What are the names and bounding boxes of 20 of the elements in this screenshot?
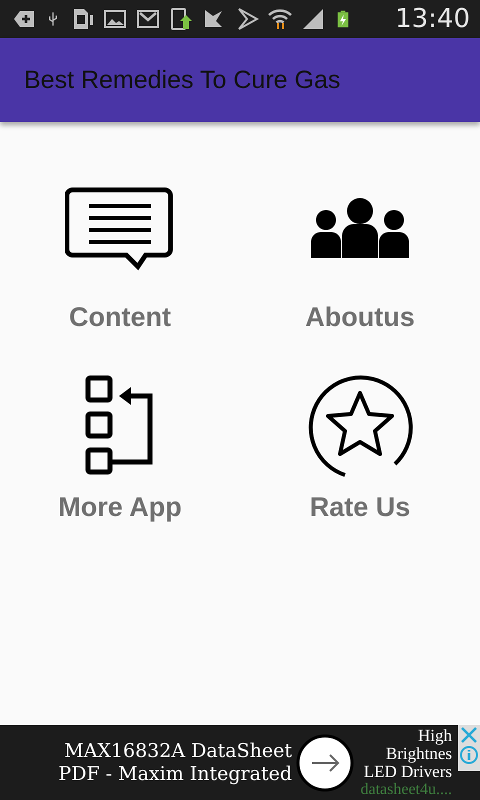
ad-text: LED Drivers <box>364 762 452 780</box>
image-icon <box>103 7 127 31</box>
menu-label[interactable]: Content <box>69 302 171 333</box>
phone-upload-icon <box>169 7 193 31</box>
ad-banner[interactable]: MAX16832A DataSheet PDF - Maxim Integrated High Brightnes LED Drivers datasheet4u.... <box>0 725 480 800</box>
ad-headline[interactable]: MAX16832A DataSheet PDF - Maxim Integrated <box>30 740 292 786</box>
app-title: Best Remedies To Cure Gas <box>24 66 340 94</box>
menu-label[interactable]: Aboutus <box>305 302 415 333</box>
menu-label[interactable]: Rate Us <box>310 492 410 523</box>
ad-source: datasheet4u.... <box>360 780 452 798</box>
mail-icon <box>136 7 160 31</box>
ad-text: High <box>418 726 452 744</box>
close-icon[interactable] <box>459 725 479 745</box>
ad-text: Brightnes <box>386 744 452 762</box>
signal-icon <box>301 7 325 31</box>
arrow-button-icon[interactable] <box>296 734 354 792</box>
clock-time: 13:40 <box>395 4 470 34</box>
menu-label[interactable]: More App <box>58 492 182 523</box>
wifi-icon <box>268 7 292 31</box>
info-icon[interactable] <box>459 745 479 765</box>
